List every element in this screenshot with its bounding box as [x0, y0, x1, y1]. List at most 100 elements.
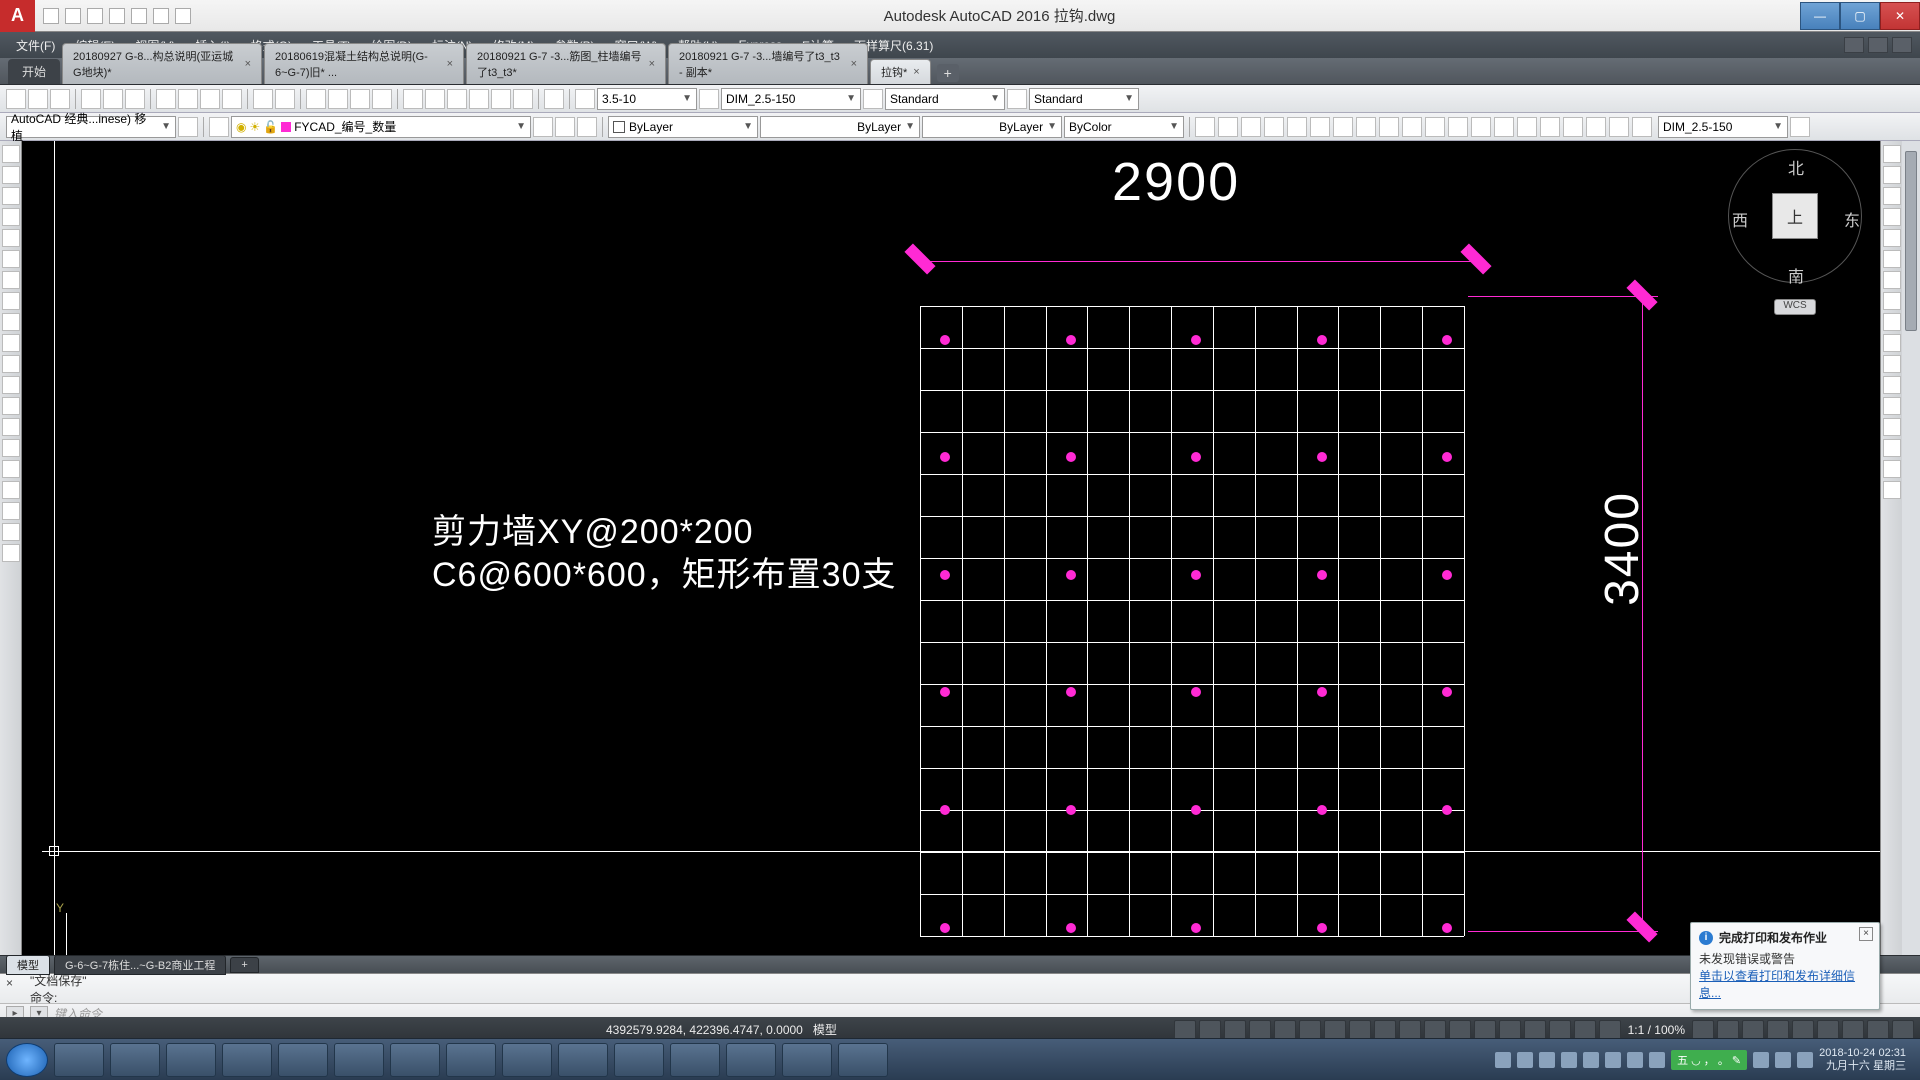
- balloon-close-icon[interactable]: ×: [1859, 927, 1873, 941]
- revcloud-icon[interactable]: [2, 292, 20, 310]
- mtext-icon[interactable]: [2, 523, 20, 541]
- tablestyle-icon[interactable]: [863, 89, 883, 109]
- centermark-icon[interactable]: [1517, 117, 1537, 137]
- qat-plot-icon[interactable]: [131, 8, 147, 24]
- tray-icon[interactable]: [1583, 1052, 1599, 1068]
- qat-open-icon[interactable]: [65, 8, 81, 24]
- dim-quick-icon[interactable]: [1379, 117, 1399, 137]
- doc-tab-2[interactable]: 20180921 G-7 -3...筋图_柱墙编号了t3_t3*×: [466, 43, 666, 84]
- dynamic-ucs-icon[interactable]: [1499, 1020, 1521, 1040]
- add-layout-button[interactable]: +: [230, 957, 258, 973]
- preview-icon[interactable]: [103, 89, 123, 109]
- dimstyle-combo[interactable]: DIM_2.5-150▼: [721, 88, 861, 110]
- zoom-icon[interactable]: [328, 89, 348, 109]
- ime-indicator[interactable]: 五 ◡ ， 。 ✎: [1671, 1050, 1747, 1070]
- hardware-accel-icon[interactable]: [1842, 1020, 1864, 1040]
- iso-toggle-icon[interactable]: [1324, 1020, 1346, 1040]
- new-tab-button[interactable]: +: [937, 64, 959, 82]
- qat-undo-icon[interactable]: [153, 8, 169, 24]
- blend-icon[interactable]: [1883, 460, 1901, 478]
- minimize-button[interactable]: —: [1800, 2, 1840, 30]
- plotstyle-combo[interactable]: ByColor▼: [1064, 116, 1184, 138]
- autoscale-icon[interactable]: [1599, 1020, 1621, 1040]
- model-tab[interactable]: 模型: [6, 955, 50, 975]
- hatch-icon[interactable]: [2, 439, 20, 457]
- taskbar-app-icon[interactable]: [166, 1043, 216, 1077]
- ortho-toggle-icon[interactable]: [1274, 1020, 1296, 1040]
- tray-icon[interactable]: [1495, 1052, 1511, 1068]
- close-button[interactable]: ✕: [1880, 2, 1920, 30]
- coordinates-readout[interactable]: 4392579.9284, 422396.4747, 0.0000: [606, 1023, 803, 1037]
- clean-screen-icon[interactable]: [1867, 1020, 1889, 1040]
- snap-toggle-icon[interactable]: [1199, 1020, 1221, 1040]
- mleaderstyle-icon[interactable]: [1007, 89, 1027, 109]
- app-logo[interactable]: A: [0, 0, 35, 32]
- zoom-window-icon[interactable]: [350, 89, 370, 109]
- inspection-icon[interactable]: [1540, 117, 1560, 137]
- designcenter-icon[interactable]: [425, 89, 445, 109]
- tray-icon[interactable]: [1605, 1052, 1621, 1068]
- sheetset-icon[interactable]: [469, 89, 489, 109]
- compass-east[interactable]: 东: [1844, 207, 1860, 231]
- dim-ordinate-icon[interactable]: [1264, 117, 1284, 137]
- rotate-icon[interactable]: [1883, 271, 1901, 289]
- command-history[interactable]: × "文档保存" 命令:: [0, 973, 1920, 1003]
- spline-icon[interactable]: [2, 313, 20, 331]
- vertical-scrollbar[interactable]: [1902, 141, 1920, 1023]
- start-button[interactable]: [6, 1043, 48, 1077]
- dim-arc-icon[interactable]: [1241, 117, 1261, 137]
- tray-icon[interactable]: [1753, 1052, 1769, 1068]
- dimstyle-icon[interactable]: [699, 89, 719, 109]
- workspace-switch-icon[interactable]: [1692, 1020, 1714, 1040]
- make-block-icon[interactable]: [2, 397, 20, 415]
- qat-new-icon[interactable]: [43, 8, 59, 24]
- compass-south[interactable]: 南: [1788, 263, 1804, 287]
- doc-tab-4[interactable]: 拉钩*×: [870, 59, 931, 84]
- pan-icon[interactable]: [306, 89, 326, 109]
- point-icon[interactable]: [2, 418, 20, 436]
- trim-icon[interactable]: [1883, 334, 1901, 352]
- dim-space-icon[interactable]: [1448, 117, 1468, 137]
- command-close-icon[interactable]: ×: [6, 976, 13, 990]
- grid-toggle-icon[interactable]: [1174, 1020, 1196, 1040]
- compass-west[interactable]: 西: [1732, 207, 1748, 231]
- undo-icon[interactable]: [253, 89, 273, 109]
- dim-radius-icon[interactable]: [1287, 117, 1307, 137]
- quick-props-icon[interactable]: [1767, 1020, 1789, 1040]
- dim-aligned-icon[interactable]: [1218, 117, 1238, 137]
- taskbar-app6-icon[interactable]: [614, 1043, 664, 1077]
- units-icon[interactable]: [1742, 1020, 1764, 1040]
- dimedit-icon[interactable]: [1586, 117, 1606, 137]
- region-icon[interactable]: [2, 481, 20, 499]
- markup-icon[interactable]: [491, 89, 511, 109]
- taskbar-excel-icon[interactable]: [278, 1043, 328, 1077]
- copy-obj-icon[interactable]: [1883, 166, 1901, 184]
- arc-icon[interactable]: [2, 250, 20, 268]
- help-icon[interactable]: [544, 89, 564, 109]
- copy-icon[interactable]: [178, 89, 198, 109]
- publish-icon[interactable]: [125, 89, 145, 109]
- save-icon[interactable]: [50, 89, 70, 109]
- rectangle-icon[interactable]: [2, 229, 20, 247]
- tab-close-icon[interactable]: ×: [851, 58, 857, 70]
- qat-redo-icon[interactable]: [175, 8, 191, 24]
- tray-icon[interactable]: [1517, 1052, 1533, 1068]
- start-tab[interactable]: 开始: [8, 59, 60, 84]
- doc-tab-3[interactable]: 20180921 G-7 -3...墙编号了t3_t3 - 副本*×: [668, 43, 868, 84]
- scale-icon[interactable]: [1883, 292, 1901, 310]
- qat-save-icon[interactable]: [87, 8, 103, 24]
- qat-saveas-icon[interactable]: [109, 8, 125, 24]
- xline-icon[interactable]: [2, 166, 20, 184]
- lineweight-combo[interactable]: ByLayer▼: [922, 116, 1062, 138]
- mdi-restore-icon[interactable]: [1868, 37, 1888, 53]
- ellipse-arc-icon[interactable]: [2, 355, 20, 373]
- tab-close-icon[interactable]: ×: [649, 58, 655, 70]
- dimtedit-icon[interactable]: [1609, 117, 1629, 137]
- dimstyle2-combo[interactable]: DIM_2.5-150▼: [1658, 116, 1788, 138]
- tolerance-icon[interactable]: [1494, 117, 1514, 137]
- dimupdate-icon[interactable]: [1632, 117, 1652, 137]
- tray-icon[interactable]: [1561, 1052, 1577, 1068]
- selection-cycling-icon[interactable]: [1474, 1020, 1496, 1040]
- view-cube[interactable]: 上 北 南 西 东 WCS: [1710, 141, 1880, 321]
- lock-ui-icon[interactable]: [1792, 1020, 1814, 1040]
